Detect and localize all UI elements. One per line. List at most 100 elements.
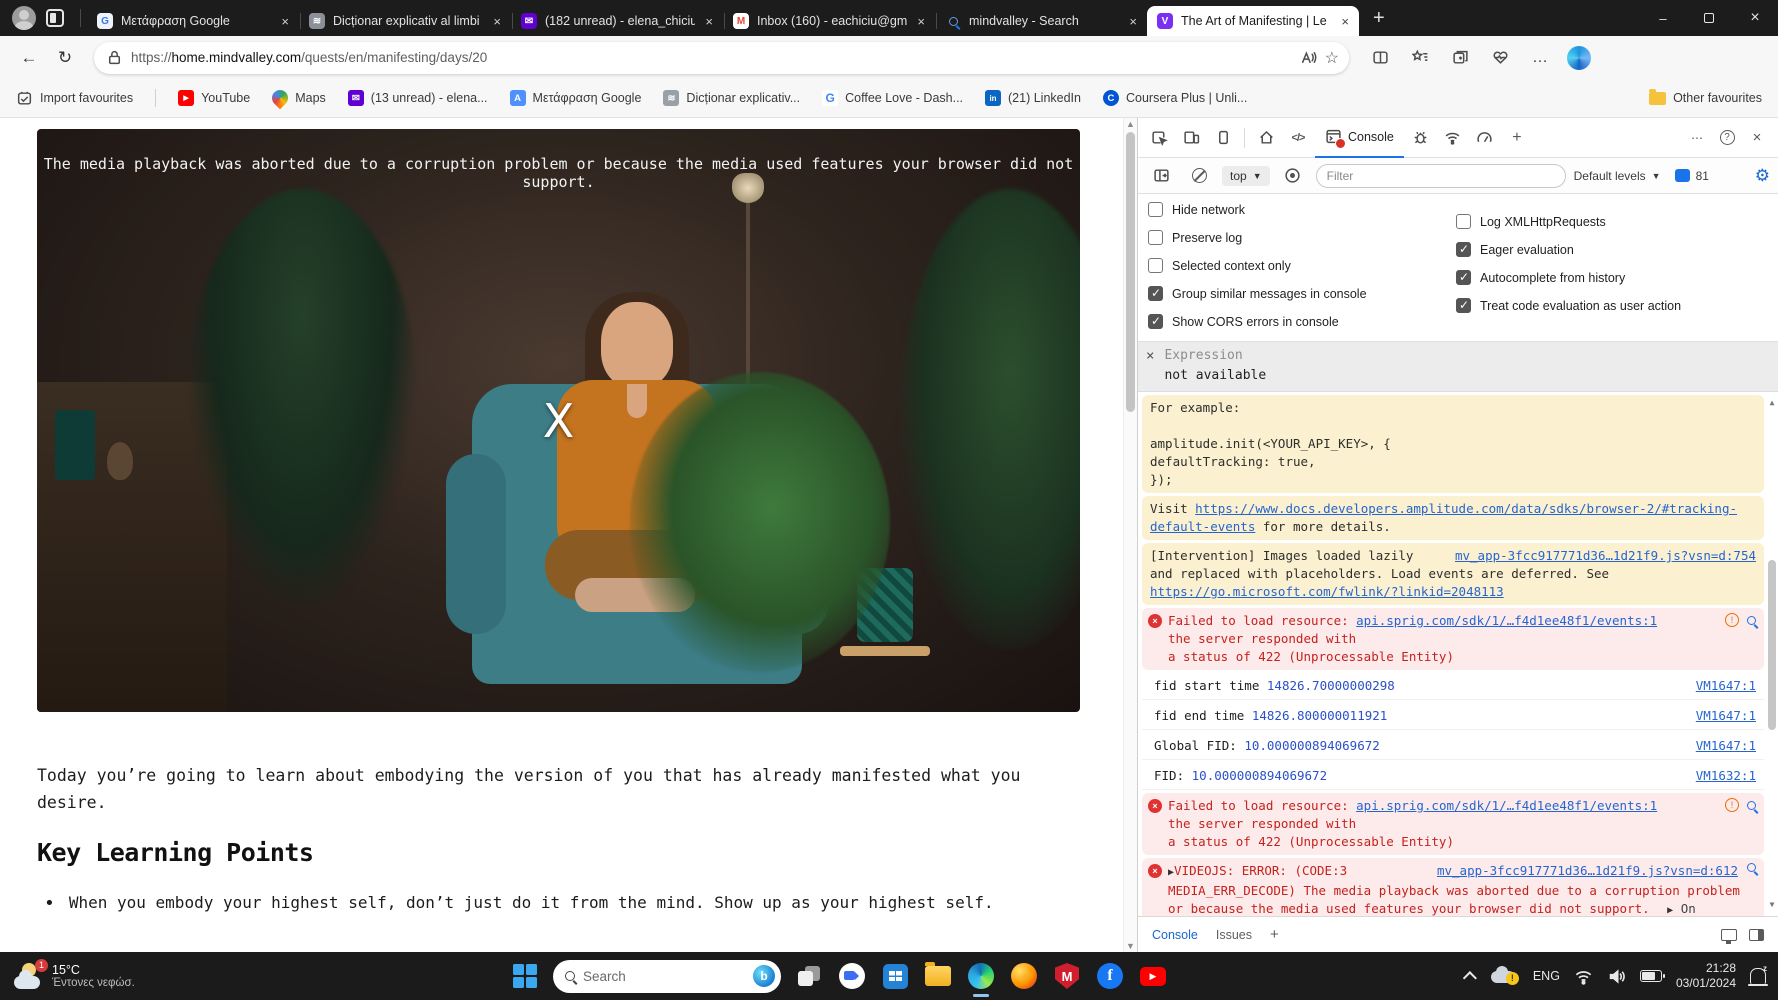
context-selector[interactable]: top▼ (1222, 166, 1270, 186)
inspect-button[interactable] (1144, 124, 1174, 152)
issue-icon[interactable]: ! (1725, 613, 1739, 627)
checkbox-treat-code-eval[interactable]: Treat code evaluation as user action (1456, 298, 1681, 313)
checkbox-selected-context[interactable]: Selected context only (1148, 258, 1456, 273)
start-button[interactable] (510, 961, 540, 991)
dock-side-icon[interactable] (1749, 929, 1764, 941)
remote-devices-icon[interactable] (1721, 929, 1737, 941)
profile-avatar[interactable] (12, 6, 36, 30)
page-scrollbar[interactable]: ▲ ▼ (1123, 118, 1137, 952)
mcafee-button[interactable]: M (1052, 961, 1082, 991)
checkbox-hide-network[interactable]: Hide network (1148, 202, 1456, 217)
amplitude-docs-link[interactable]: https://www.docs.developers.amplitude.co… (1150, 501, 1737, 534)
tab-close-icon[interactable]: × (703, 14, 715, 29)
browser-tab-active-manifesting[interactable]: V The Art of Manifesting | Le × (1147, 6, 1359, 36)
favorite-item-youtube[interactable]: ▶ YouTube (178, 90, 250, 106)
notification-bell-icon[interactable]: z (1750, 968, 1766, 984)
debugger-tab-bug-icon[interactable] (1406, 124, 1436, 152)
more-tabs-button[interactable]: + (1502, 124, 1532, 152)
browser-tab-dictionary[interactable]: ≋ Dicționar explicativ al limbi × (299, 6, 511, 36)
tab-close-icon[interactable]: × (1339, 14, 1351, 29)
console-tab[interactable]: Console (1315, 118, 1404, 158)
battery-icon[interactable] (1640, 970, 1662, 982)
device-emulation-button[interactable] (1176, 124, 1206, 152)
clock[interactable]: 21:28 03/01/2024 (1676, 961, 1736, 991)
browser-tab-search[interactable]: mindvalley - Search × (935, 6, 1147, 36)
checkbox-autocomplete-history[interactable]: Autocomplete from history (1456, 270, 1681, 285)
favorites-list-icon[interactable] (1403, 43, 1437, 73)
tray-chevron-up-icon[interactable] (1463, 971, 1477, 985)
collections-icon[interactable] (1443, 43, 1477, 73)
scroll-up-icon[interactable]: ▲ (1766, 394, 1778, 412)
weather-widget[interactable]: 1 15°C Έντονες νεφώσ. (0, 963, 200, 989)
elements-tab-code-icon[interactable]: </> (1283, 124, 1313, 152)
device-frame-button[interactable] (1208, 124, 1238, 152)
onedrive-icon[interactable]: ! (1491, 967, 1519, 985)
browser-tab-gmail[interactable]: M Inbox (160) - eachiciu@gm × (723, 6, 935, 36)
favorite-item-mail[interactable]: ✉ (13 unread) - elena... (348, 90, 488, 106)
issue-icon[interactable]: ! (1725, 798, 1739, 812)
console-settings-gear-icon[interactable]: ⚙ (1755, 166, 1770, 186)
read-aloud-icon[interactable] (1300, 49, 1317, 66)
other-favourites-button[interactable]: Other favourites (1649, 91, 1762, 105)
taskbar-search[interactable]: Search b (553, 960, 781, 993)
search-similar-icon[interactable] (1747, 616, 1756, 625)
devtools-help-icon[interactable]: ? (1712, 124, 1742, 152)
checkbox-group-similar[interactable]: Group similar messages in console (1148, 286, 1456, 301)
remove-expression-icon[interactable]: × (1146, 348, 1154, 383)
task-view-button[interactable] (794, 961, 824, 991)
browser-tab-translate[interactable]: G Μετάφραση Google × (87, 6, 299, 36)
source-link[interactable]: VM1647:1 (1696, 737, 1756, 755)
search-similar-icon[interactable] (1747, 863, 1756, 872)
scroll-up-icon[interactable]: ▲ (1124, 119, 1137, 129)
source-link[interactable]: VM1647:1 (1696, 707, 1756, 725)
url-field[interactable]: https://home.mindvalley.com/quests/en/ma… (94, 42, 1349, 74)
expand-triangle-icon[interactable]: ▶ (1667, 905, 1673, 916)
edge-button[interactable] (966, 961, 996, 991)
issues-counter[interactable]: 81 (1675, 169, 1709, 183)
source-link[interactable]: VM1647:1 (1696, 677, 1756, 695)
wifi-icon[interactable] (1574, 967, 1593, 986)
fwlink-link[interactable]: https://go.microsoft.com/fwlink/?linkid=… (1150, 584, 1504, 599)
favorite-item-maps[interactable]: Maps (272, 90, 326, 106)
welcome-tab-home-icon[interactable] (1251, 124, 1281, 152)
checkbox-preserve-log[interactable]: Preserve log (1148, 230, 1456, 245)
favorite-item-coffee[interactable]: G Coffee Love - Dash... (822, 90, 963, 106)
firefox-button[interactable] (1009, 961, 1039, 991)
minimize-button[interactable]: – (1640, 0, 1686, 36)
checkbox-log-xhr[interactable]: Log XMLHttpRequests (1456, 214, 1681, 229)
scroll-down-icon[interactable]: ▼ (1124, 941, 1137, 951)
checkbox-eager-evaluation[interactable]: Eager evaluation (1456, 242, 1681, 257)
performance-tab-gauge-icon[interactable] (1470, 124, 1500, 152)
browser-essentials-icon[interactable] (1483, 43, 1517, 73)
new-tab-button[interactable]: + (1359, 7, 1399, 30)
favorite-item-coursera[interactable]: C Coursera Plus | Unli... (1103, 90, 1247, 106)
live-expression-eye-icon[interactable] (1278, 162, 1308, 190)
video-player[interactable]: The media playback was aborted due to a … (37, 129, 1080, 712)
volume-icon[interactable] (1607, 967, 1626, 986)
scroll-down-icon[interactable]: ▼ (1766, 896, 1778, 914)
favorite-item-dictionary[interactable]: ≋ Dicționar explicativ... (663, 90, 800, 106)
console-sidebar-icon[interactable] (1146, 162, 1176, 190)
file-explorer-button[interactable] (923, 961, 953, 991)
sprig-link[interactable]: api.sprig.com/sdk/1/…f4d1ee48f1/events:1 (1356, 613, 1657, 628)
devtools-more-icon[interactable]: ⋯ (1682, 124, 1712, 152)
devtools-close-icon[interactable]: × (1742, 124, 1772, 152)
drawer-tab-issues[interactable]: Issues (1216, 928, 1252, 942)
sprig-link[interactable]: api.sprig.com/sdk/1/…f4d1ee48f1/events:1 (1356, 798, 1657, 813)
split-screen-icon[interactable] (1363, 43, 1397, 73)
clear-console-icon[interactable] (1184, 162, 1214, 190)
copilot-icon[interactable] (1567, 46, 1591, 70)
tab-close-icon[interactable]: × (491, 14, 503, 29)
intervention-source-link[interactable]: mv_app-3fcc917771d36…1d21f9.js?vsn=d:754 (1455, 547, 1756, 565)
refresh-button[interactable]: ↻ (50, 43, 80, 73)
language-indicator[interactable]: ENG (1533, 969, 1560, 983)
tab-actions-icon[interactable] (46, 9, 64, 27)
tab-close-icon[interactable]: × (1127, 14, 1139, 29)
console-scrollbar[interactable]: ▲ ▼ (1766, 392, 1778, 916)
console-scrollbar-thumb[interactable] (1768, 560, 1776, 730)
back-button[interactable]: ← (14, 43, 44, 73)
favorite-item-linkedin[interactable]: in (21) LinkedIn (985, 90, 1081, 106)
favorite-star-icon[interactable]: ☆ (1325, 48, 1339, 68)
settings-more-icon[interactable]: … (1523, 43, 1557, 73)
drawer-tab-console[interactable]: Console (1152, 928, 1198, 942)
